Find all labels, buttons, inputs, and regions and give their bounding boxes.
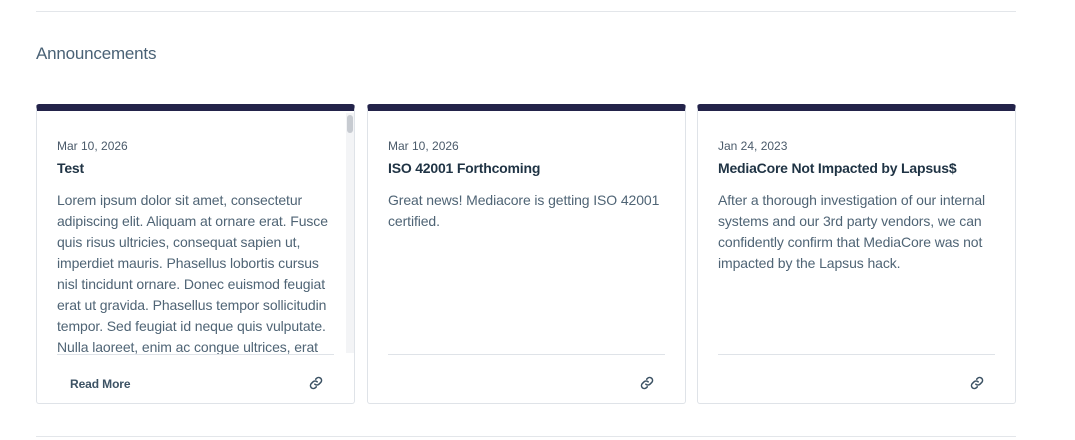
announcement-card: Jan 24, 2023 MediaCore Not Impacted by L…: [697, 104, 1016, 404]
card-scrollbar[interactable]: [346, 113, 354, 353]
announcements-page: Announcements Mar 10, 2026 Test Lorem ip…: [0, 0, 1075, 440]
top-divider: [36, 11, 1016, 12]
announcement-cards: Mar 10, 2026 Test Lorem ipsum dolor sit …: [36, 104, 1016, 404]
bottom-divider: [36, 436, 1016, 437]
card-footer: [368, 355, 685, 403]
announcement-title: Test: [57, 160, 84, 176]
announcement-title: ISO 42001 Forthcoming: [388, 160, 541, 176]
scrollbar-thumb[interactable]: [347, 115, 353, 133]
section-title: Announcements: [36, 44, 157, 63]
card-body[interactable]: Jan 24, 2023 MediaCore Not Impacted by L…: [718, 139, 990, 355]
read-more-link[interactable]: Read More: [70, 377, 131, 391]
link-icon[interactable]: [640, 376, 654, 390]
card-footer: Read More: [37, 355, 354, 403]
link-icon[interactable]: [309, 376, 323, 390]
announcement-date: Jan 24, 2023: [718, 139, 788, 153]
announcement-card: Mar 10, 2026 Test Lorem ipsum dolor sit …: [36, 104, 355, 404]
announcement-text: After a thorough investigation of our in…: [718, 192, 986, 271]
announcement-text: Great news! Mediacore is getting ISO 420…: [388, 192, 660, 229]
announcement-date: Mar 10, 2026: [57, 139, 128, 153]
announcement-date: Mar 10, 2026: [388, 139, 459, 153]
link-icon[interactable]: [970, 376, 984, 390]
card-body[interactable]: Mar 10, 2026 ISO 42001 Forthcoming Great…: [388, 139, 660, 355]
announcement-title: MediaCore Not Impacted by Lapsus$: [718, 160, 957, 176]
card-body[interactable]: Mar 10, 2026 Test Lorem ipsum dolor sit …: [57, 139, 329, 355]
announcement-text: Lorem ipsum dolor sit amet, consectetur …: [57, 192, 328, 355]
announcement-card: Mar 10, 2026 ISO 42001 Forthcoming Great…: [367, 104, 686, 404]
card-footer: [698, 355, 1015, 403]
